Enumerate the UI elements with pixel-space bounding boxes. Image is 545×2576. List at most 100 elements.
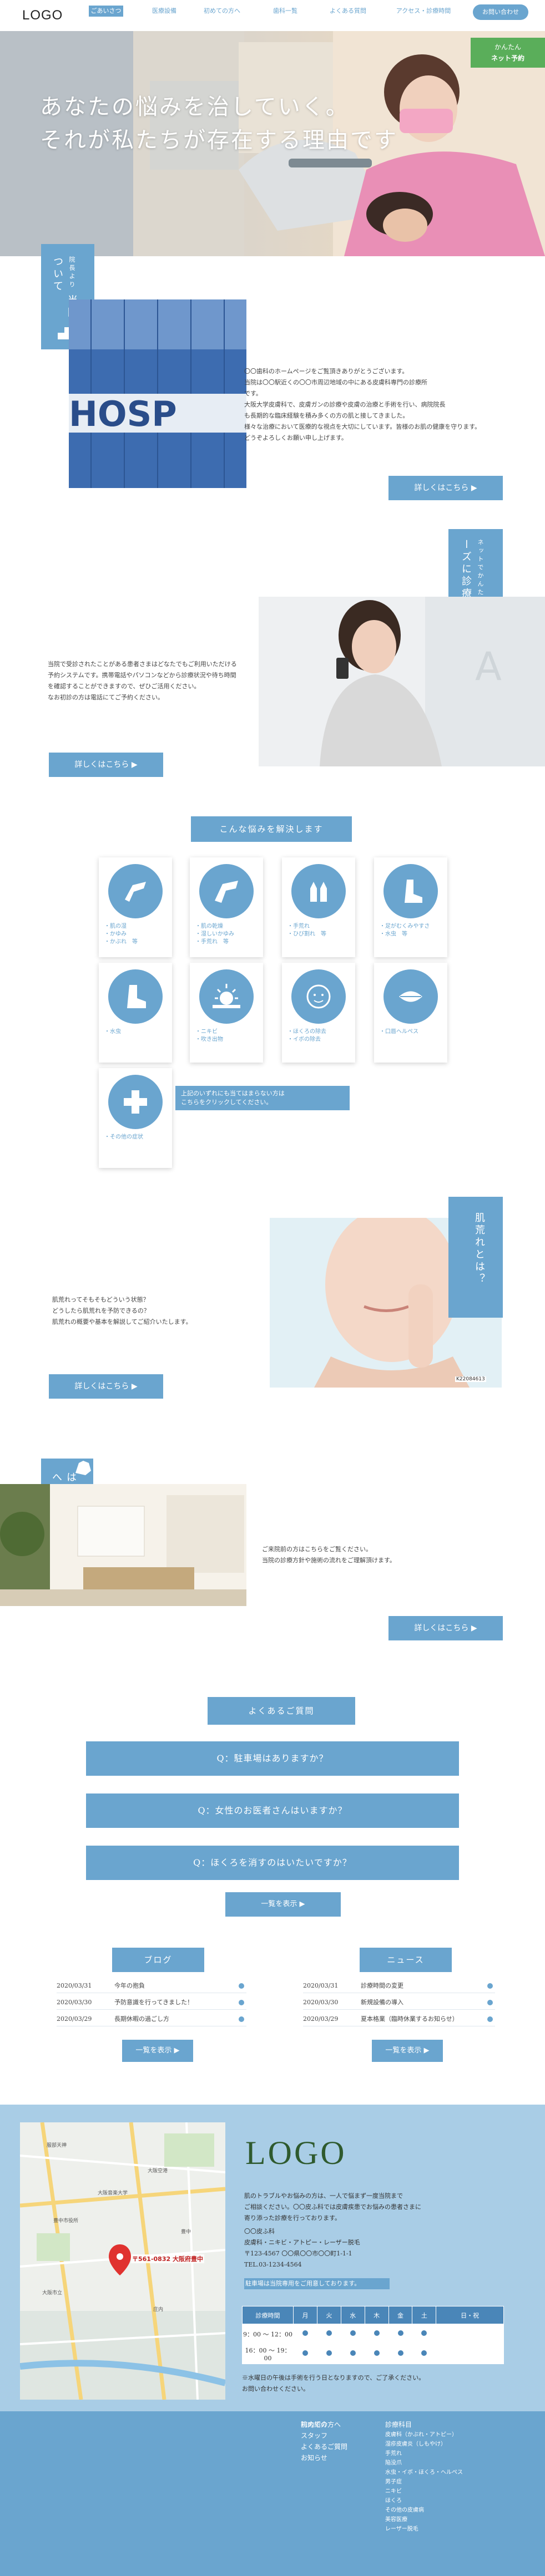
footer-department-link[interactable]: 皮膚科（かぶれ・アトピー）	[385, 2430, 518, 2440]
nav-equipment[interactable]: 医療設備	[149, 6, 180, 17]
worry-card-text: ・その他の症状	[104, 1134, 166, 1141]
footer-department-link[interactable]: 手荒れ	[385, 2449, 518, 2458]
footer-department-link[interactable]: 陥没爪	[385, 2458, 518, 2468]
other-symptoms-link[interactable]: 上記のいずれにも当てはまらない方は こちらをクリックしてください。	[175, 1086, 350, 1110]
footer-link[interactable]: スタッフ	[301, 2430, 367, 2441]
footer-department-link[interactable]: 男子症	[385, 2477, 518, 2487]
faq-item[interactable]: Q：ほくろを消すのはいたいですか？	[86, 1846, 459, 1880]
schedule-row-afternoon: 16：00 ～ 19：00	[242, 2344, 504, 2364]
hero-headline-2: それが私たちが存在する理由です	[40, 128, 398, 153]
footer-department-link[interactable]: ニキビ	[385, 2487, 518, 2496]
hero-image: あなたの悩みを治していく。 それが私たちが存在する理由です	[0, 31, 545, 256]
footer-department-link[interactable]: ほくろ	[385, 2496, 518, 2506]
nav-greeting[interactable]: ごあいさつ	[89, 6, 123, 17]
worry-card-text: ・肌の乾燥 ・湿しいかゆみ ・手荒れ 等	[195, 923, 258, 946]
nav-first-visit[interactable]: 初めての方へ	[200, 6, 244, 17]
worry-card[interactable]: ・肌の湿 ・かゆみ ・かぶれ 等	[99, 857, 172, 957]
schedule-time: 16：00 ～ 19：00	[242, 2344, 294, 2364]
news-row[interactable]: 2020/03/29 夏本格業（臨時休業するお知らせ）	[303, 2012, 495, 2026]
worry-card[interactable]: ・口唇ヘルペス	[374, 963, 447, 1063]
open-dot-icon	[388, 2344, 413, 2364]
nav-departments[interactable]: 歯科一覧	[269, 6, 302, 17]
reserve-text-3: を確認することができますので、ぜひご活用ください。	[48, 683, 200, 690]
nav-access[interactable]: アクセス・診療時間	[391, 6, 456, 17]
schedule-header-day: 木	[364, 2306, 389, 2324]
worry-card-text: ・手荒れ ・ひび割れ 等	[287, 923, 350, 938]
schedule-note-1: ※水曜日の午後は手術を行う日となりますので、ご了承ください。	[242, 2374, 425, 2381]
news-title: ニュース	[360, 1948, 452, 1972]
worry-card[interactable]: ・その他の症状	[99, 1068, 172, 1168]
worry-card-text: ・水虫	[104, 1028, 166, 1036]
news-post-title: 夏本格業（臨時休業するお知らせ）	[361, 2015, 458, 2023]
worry-card[interactable]: ・足がむくみやすさ ・水虫 等	[374, 857, 447, 957]
faq-list-button[interactable]: 一覧を表示 ▶	[225, 1892, 341, 1917]
access-intro-1: 肌のトラブルやお悩みの方は、一人で悩まず一度当院まで	[244, 2192, 403, 2199]
worry-line: ・ニキビ	[195, 1029, 218, 1035]
hospital-photo: HOSP	[69, 299, 246, 488]
site-logo[interactable]: LOGO	[22, 8, 63, 23]
first-visit-text-2: 当院の診療方針や施術の流れをご理解頂けます。	[262, 1557, 396, 1564]
contact-button[interactable]: お問い合わせ	[473, 4, 528, 20]
greeting-more-button[interactable]: 詳しくはこちら ▶	[388, 476, 503, 500]
worry-card[interactable]: ・ニキビ ・吹き出物	[190, 963, 263, 1063]
reserve-text-4: なお初診の方は電話にてご予約ください。	[48, 694, 164, 701]
reserve-more-button[interactable]: 詳しくはこちら ▶	[49, 753, 163, 777]
worry-card[interactable]: ・手荒れ ・ひび割れ 等	[282, 857, 355, 957]
news-list-button[interactable]: 一覧を表示 ▶	[372, 2040, 443, 2062]
news-row[interactable]: 2020/03/30 新規設備の導入	[303, 1995, 495, 2010]
access-intro: 肌のトラブルやお悩みの方は、一人で悩まず一度当院まで ご相談ください。〇〇皮ふ科…	[244, 2191, 499, 2224]
clinic-tel: TEL.03-1234-4564	[244, 2261, 302, 2268]
beauty-text-2: どうしたら肌荒れを予防できるの？	[52, 1307, 150, 1314]
worry-line: ・イボの除去	[287, 1037, 321, 1043]
worry-card[interactable]: ・ほくろの除去 ・イボの除去	[282, 963, 355, 1063]
blog-row[interactable]: 2020/03/30 予防意識を行ってきました！	[57, 1995, 246, 2010]
worry-card[interactable]: ・肌の乾燥 ・湿しいかゆみ ・手荒れ 等	[190, 857, 263, 957]
foot-icon	[383, 864, 438, 918]
cross-icon	[108, 1075, 163, 1129]
blog-row[interactable]: 2020/03/31 今年の抱負	[57, 1979, 246, 1993]
nav-faq[interactable]: よくある質問	[325, 6, 371, 17]
greeting-label-small: 院長より	[68, 256, 75, 289]
faq-title: よくあるご質問	[208, 1697, 355, 1725]
map-place: 大阪市立	[42, 2290, 63, 2296]
faq-item[interactable]: Q：駐車場はありますか？	[86, 1741, 459, 1776]
net-reservation-line2: ネット予約	[491, 54, 524, 62]
blog-date: 2020/03/29	[57, 2015, 92, 2023]
closed-cell	[436, 2344, 504, 2364]
first-visit-more-button[interactable]: 詳しくはこちら ▶	[388, 1616, 503, 1640]
leg-icon	[108, 969, 163, 1024]
footer-link[interactable]: よくあるご質問	[301, 2441, 367, 2452]
reserve-text-1: 当院で受診されたことがある患者さまはどなたでもご利用いただける	[48, 660, 237, 668]
faq-item[interactable]: Q：女性のお医者さんはいますか？	[86, 1793, 459, 1828]
news-date: 2020/03/29	[303, 2015, 339, 2023]
footer-link[interactable]: 院内紹介	[301, 2419, 367, 2430]
footer-department-link[interactable]: 水虫・イボ・ほくろ・ヘルペス	[385, 2468, 518, 2477]
worry-card[interactable]: ・水虫	[99, 963, 172, 1063]
footer-departments-title: 診療科目	[385, 2421, 412, 2428]
footer-department-link[interactable]: 美容医療	[385, 2515, 518, 2524]
news-post-title: 診療時間の変更	[361, 1982, 403, 1989]
schedule-header-day: 火	[316, 2306, 341, 2324]
blog-list-button[interactable]: 一覧を表示 ▶	[122, 2040, 193, 2062]
blog-row[interactable]: 2020/03/29 長期休暇の過ごし方	[57, 2012, 246, 2026]
map-place: 大阪音楽大学	[98, 2191, 128, 2196]
beauty-label: 肌荒れとは？	[448, 1197, 503, 1318]
news-date: 2020/03/31	[303, 1982, 339, 1989]
footer-nav: 初めての方へ 院内紹介 スタッフ よくあるご質問 お知らせ	[301, 2419, 367, 2463]
net-reservation-button[interactable]: かんたん ネット予約	[471, 38, 545, 68]
footer-department-link[interactable]: 湿疹皮膚炎（しもやけ）	[385, 2440, 518, 2449]
beauty-text: 肌荒れってそもそもどういう状態？ どうしたら肌荒れを予防できるの？ 肌荒れの概要…	[52, 1294, 274, 1328]
footer-department-link[interactable]: その他の皮膚病	[385, 2506, 518, 2515]
access-map[interactable]: 〒561-0832 大阪府豊中 服部天神 大阪音楽大学 豊中市役所 大阪市立 大…	[20, 2122, 225, 2400]
arrow-icon	[239, 2000, 244, 2005]
footer-link[interactable]: お知らせ	[301, 2452, 367, 2463]
site-header: LOGO ごあいさつ 医療設備 初めての方へ 歯科一覧 よくある質問 アクセス・…	[0, 0, 545, 31]
reserve-text-2: 予約システムです。携帯電話やパソコンなどから診療状況や待ち時間	[48, 672, 236, 679]
clinic-name: 〇〇皮ふ科	[244, 2228, 275, 2235]
greeting-text-2: 当院は〇〇駅近くの〇〇市周辺地域の中にある皮膚科専門の診療所	[244, 379, 427, 386]
blog-post-title: 予防意識を行ってきました！	[114, 1999, 194, 2006]
news-row[interactable]: 2020/03/31 診療時間の変更	[303, 1979, 495, 1993]
svg-text:A: A	[475, 644, 502, 689]
beauty-more-button[interactable]: 詳しくはこちら ▶	[49, 1374, 163, 1399]
footer-department-link[interactable]: レーザー脱毛	[385, 2524, 518, 2534]
